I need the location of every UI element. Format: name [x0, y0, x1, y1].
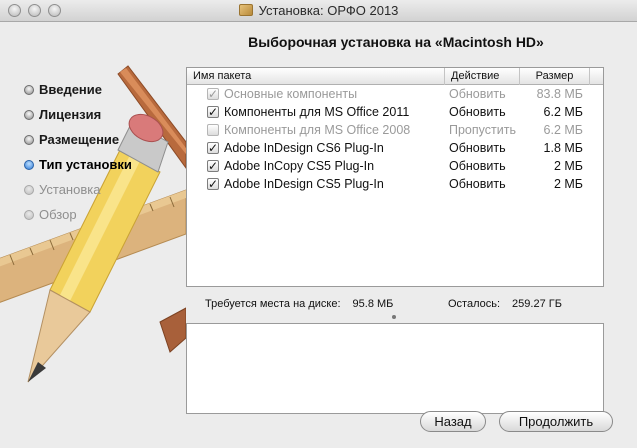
continue-button[interactable]: Продолжить [499, 411, 613, 432]
package-name: Компоненты для MS Office 2011 [224, 105, 410, 119]
disk-required-label: Требуется места на диске: [205, 298, 341, 310]
column-header-size[interactable]: Размер [520, 68, 590, 85]
step-bullet-icon [24, 185, 34, 195]
package-checkbox: ✓ [207, 88, 219, 100]
package-action: Обновить [449, 159, 506, 173]
package-name: Adobe InCopy CS5 Plug-In [224, 159, 375, 173]
title-bar: Установка: ОРФО 2013 [0, 0, 637, 22]
step-summary: Обзор [24, 207, 132, 232]
step-installation-type: Тип установки [24, 157, 132, 182]
checkmark-icon: ✓ [208, 159, 219, 173]
checkmark-icon: ✓ [208, 177, 219, 191]
table-row: ✓ Основные компоненты Обновить 83.8 МБ [187, 85, 603, 103]
package-size: 83.8 МБ [536, 87, 583, 101]
step-destination: Размещение [24, 132, 132, 157]
step-bullet-icon [24, 135, 34, 145]
window-title-wrap: Установка: ОРФО 2013 [0, 3, 637, 18]
package-icon [238, 4, 253, 16]
package-action: Пропустить [449, 123, 516, 137]
disk-space-remaining: Осталось: 259.27 ГБ [448, 298, 562, 310]
step-bullet-icon [24, 110, 34, 120]
column-header-package-name[interactable]: Имя пакета [187, 68, 445, 85]
step-license: Лицензия [24, 107, 132, 132]
package-action: Обновить [449, 105, 506, 119]
column-header-spacer [590, 68, 604, 85]
step-introduction: Введение [24, 82, 132, 107]
step-bullet-icon [24, 210, 34, 220]
disk-remaining-value: 259.27 ГБ [512, 298, 562, 310]
package-size: 2 МБ [553, 177, 583, 191]
column-header-action[interactable]: Действие [445, 68, 520, 85]
steps-sidebar: Введение Лицензия Размещение Тип установ… [24, 82, 132, 232]
step-bullet-icon [24, 85, 34, 95]
brush-handle-artwork [159, 307, 186, 353]
step-label: Введение [39, 82, 102, 97]
package-action: Обновить [449, 177, 506, 191]
step-label: Обзор [39, 207, 77, 222]
table-row[interactable]: ✓ Adobe InCopy CS5 Plug-In Обновить 2 МБ [187, 157, 603, 175]
package-name: Компоненты для MS Office 2008 [224, 123, 411, 137]
package-size: 6.2 МБ [543, 123, 583, 137]
step-label: Размещение [39, 132, 120, 147]
package-name: Основные компоненты [224, 87, 358, 101]
step-label: Тип установки [39, 157, 132, 172]
disk-space-required: Требуется места на диске: 95.8 МБ [205, 298, 393, 310]
split-resize-handle[interactable] [392, 315, 396, 319]
package-table: Имя пакета Действие Размер ✓ Основные ко… [186, 67, 604, 287]
package-name: Adobe InDesign CS6 Plug-In [224, 141, 384, 155]
package-checkbox[interactable]: ✓ [207, 106, 219, 118]
checkmark-icon: ✓ [208, 141, 219, 155]
table-body: ✓ Основные компоненты Обновить 83.8 МБ ✓… [187, 85, 603, 193]
page-heading: Выборочная установка на «Macintosh HD» [248, 34, 544, 50]
package-checkbox[interactable]: ✓ [207, 160, 219, 172]
table-row[interactable]: ✓ Adobe InDesign CS5 Plug-In Обновить 2 … [187, 175, 603, 193]
package-checkbox [207, 124, 219, 136]
package-size: 6.2 МБ [543, 105, 583, 119]
back-button[interactable]: Назад [420, 411, 486, 432]
package-checkbox[interactable]: ✓ [207, 142, 219, 154]
package-action: Обновить [449, 87, 506, 101]
checkmark-icon: ✓ [208, 87, 219, 101]
step-label: Установка [39, 182, 101, 197]
package-name: Adobe InDesign CS5 Plug-In [224, 177, 384, 191]
package-size: 2 МБ [553, 159, 583, 173]
package-size: 1.8 МБ [543, 141, 583, 155]
disk-remaining-label: Осталось: [448, 298, 501, 310]
disk-required-value: 95.8 МБ [352, 298, 394, 310]
table-row: Компоненты для MS Office 2008 Пропустить… [187, 121, 603, 139]
table-row[interactable]: ✓ Adobe InDesign CS6 Plug-In Обновить 1.… [187, 139, 603, 157]
table-header: Имя пакета Действие Размер [187, 68, 603, 85]
step-installation: Установка [24, 182, 132, 207]
checkmark-icon: ✓ [208, 105, 219, 119]
window-title: Установка: ОРФО 2013 [258, 3, 399, 18]
installer-window: Установка: ОРФО 2013 Выборочная установк… [0, 0, 637, 448]
package-description-box [186, 323, 604, 414]
step-label: Лицензия [39, 107, 102, 122]
table-row[interactable]: ✓ Компоненты для MS Office 2011 Обновить… [187, 103, 603, 121]
package-checkbox[interactable]: ✓ [207, 178, 219, 190]
step-bullet-icon [24, 160, 34, 170]
package-action: Обновить [449, 141, 506, 155]
